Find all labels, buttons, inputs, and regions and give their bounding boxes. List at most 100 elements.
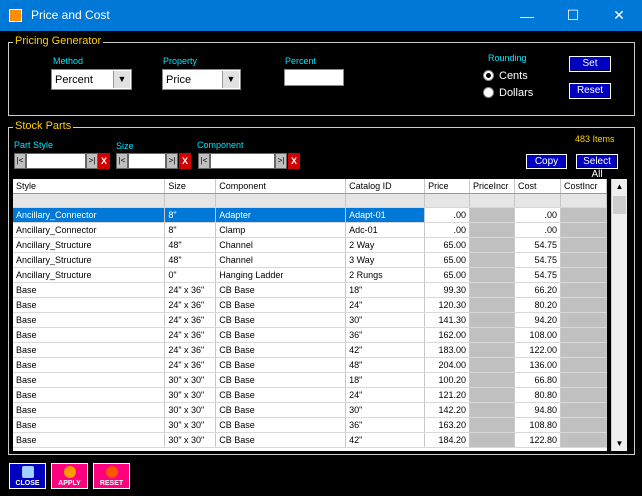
table-cell[interactable]: [469, 282, 516, 298]
table-cell[interactable]: 30" x 30": [164, 402, 217, 418]
column-header[interactable]: Size: [164, 179, 217, 194]
table-cell[interactable]: Base: [13, 312, 166, 328]
table-cell[interactable]: Base: [13, 282, 166, 298]
table-cell[interactable]: 30" x 30": [164, 417, 217, 433]
table-cell[interactable]: [469, 237, 516, 253]
table-cell[interactable]: 24" x 36": [164, 342, 217, 358]
table-cell[interactable]: 18": [345, 282, 426, 298]
table-cell[interactable]: Ancillary_Structure: [13, 237, 166, 253]
table-cell[interactable]: [469, 357, 516, 373]
table-cell[interactable]: 80.20: [514, 297, 561, 313]
table-cell[interactable]: 54.75: [514, 267, 561, 283]
table-cell[interactable]: 24": [345, 297, 426, 313]
table-cell[interactable]: Base: [13, 417, 166, 433]
table-cell[interactable]: CB Base: [215, 387, 347, 403]
minimize-button[interactable]: —: [504, 0, 550, 31]
table-cell[interactable]: Base: [13, 372, 166, 388]
table-cell[interactable]: CB Base: [215, 282, 347, 298]
select-all-button[interactable]: Select All: [576, 154, 618, 180]
table-cell[interactable]: Base: [13, 297, 166, 313]
table-cell[interactable]: Adapt-01: [345, 207, 426, 223]
table-cell[interactable]: CB Base: [215, 402, 347, 418]
rounding-dollars-radio[interactable]: [483, 87, 494, 98]
table-cell[interactable]: Base: [13, 357, 166, 373]
close-window-button[interactable]: ✕: [596, 0, 642, 31]
set-button[interactable]: Set: [569, 56, 611, 72]
first-icon[interactable]: |<: [198, 153, 210, 169]
table-cell[interactable]: 0": [164, 267, 217, 283]
table-cell[interactable]: CB Base: [215, 372, 347, 388]
table-cell[interactable]: [560, 372, 607, 388]
table-cell[interactable]: 65.00: [424, 237, 471, 253]
table-cell[interactable]: 120.30: [424, 297, 471, 313]
table-cell[interactable]: Channel: [215, 237, 347, 253]
table-cell[interactable]: [469, 387, 516, 403]
table-cell[interactable]: [560, 222, 607, 238]
table-cell[interactable]: Adapter: [215, 207, 347, 223]
table-cell[interactable]: [560, 267, 607, 283]
table-cell[interactable]: 2 Rungs: [345, 267, 426, 283]
table-cell[interactable]: Clamp: [215, 222, 347, 238]
table-cell[interactable]: 108.80: [514, 417, 561, 433]
last-icon[interactable]: >|: [275, 153, 287, 169]
table-cell[interactable]: Ancillary_Structure: [13, 267, 166, 283]
filter-cell[interactable]: [13, 193, 166, 208]
clear-icon[interactable]: X: [98, 153, 110, 169]
close-button[interactable]: CLOSE: [9, 463, 46, 489]
copy-button[interactable]: Copy: [526, 154, 567, 169]
column-header[interactable]: Cost: [514, 179, 561, 194]
table-cell[interactable]: .00: [424, 207, 471, 223]
maximize-button[interactable]: ☐: [550, 0, 596, 31]
table-cell[interactable]: 94.20: [514, 312, 561, 328]
table-row[interactable]: Base 24" x 36" CB Base 48" 204.00 136.00: [13, 357, 607, 373]
table-cell[interactable]: [560, 342, 607, 358]
table-cell[interactable]: 94.80: [514, 402, 561, 418]
table-cell[interactable]: 54.75: [514, 237, 561, 253]
table-cell[interactable]: .00: [424, 222, 471, 238]
table-cell[interactable]: 2 Way: [345, 237, 426, 253]
table-cell[interactable]: 24" x 36": [164, 282, 217, 298]
table-cell[interactable]: 54.75: [514, 252, 561, 268]
table-cell[interactable]: [469, 327, 516, 343]
first-icon[interactable]: |<: [116, 153, 128, 169]
last-icon[interactable]: >|: [166, 153, 178, 169]
filter-cell[interactable]: [469, 193, 516, 208]
percent-input[interactable]: [284, 69, 344, 86]
filter-cell[interactable]: [424, 193, 471, 208]
table-cell[interactable]: 36": [345, 417, 426, 433]
table-cell[interactable]: Ancillary_Connector: [13, 222, 166, 238]
column-header[interactable]: CostIncr: [560, 179, 607, 194]
last-icon[interactable]: >|: [86, 153, 98, 169]
table-cell[interactable]: [469, 402, 516, 418]
table-cell[interactable]: 204.00: [424, 357, 471, 373]
table-cell[interactable]: Ancillary_Connector: [13, 207, 166, 223]
column-header[interactable]: Component: [215, 179, 347, 194]
table-cell[interactable]: [560, 402, 607, 418]
table-cell[interactable]: 3 Way: [345, 252, 426, 268]
reset-rounding-button[interactable]: Reset: [569, 83, 611, 99]
column-header[interactable]: Style: [13, 179, 166, 194]
table-cell[interactable]: 24" x 36": [164, 327, 217, 343]
table-cell[interactable]: 30" x 30": [164, 372, 217, 388]
table-cell[interactable]: [469, 372, 516, 388]
table-cell[interactable]: 162.00: [424, 327, 471, 343]
first-icon[interactable]: |<: [14, 153, 26, 169]
table-cell[interactable]: CB Base: [215, 342, 347, 358]
table-cell[interactable]: 48": [164, 237, 217, 253]
table-row[interactable]: Base 24" x 36" CB Base 36" 162.00 108.00: [13, 327, 607, 343]
column-header[interactable]: Price: [424, 179, 471, 194]
table-cell[interactable]: 100.20: [424, 372, 471, 388]
table-cell[interactable]: 122.00: [514, 342, 561, 358]
column-header[interactable]: Catalog ID: [345, 179, 426, 194]
table-cell[interactable]: [469, 432, 516, 448]
filter-cell[interactable]: [560, 193, 607, 208]
table-cell[interactable]: [560, 297, 607, 313]
table-cell[interactable]: [560, 387, 607, 403]
table-cell[interactable]: 184.20: [424, 432, 471, 448]
table-cell[interactable]: 65.00: [424, 267, 471, 283]
table-cell[interactable]: [469, 207, 516, 223]
table-cell[interactable]: 121.20: [424, 387, 471, 403]
method-select[interactable]: Percent ▼: [51, 69, 132, 90]
table-cell[interactable]: [469, 417, 516, 433]
table-row[interactable]: Ancillary_Structure 48" Channel 2 Way 65.00 5…: [13, 237, 607, 253]
